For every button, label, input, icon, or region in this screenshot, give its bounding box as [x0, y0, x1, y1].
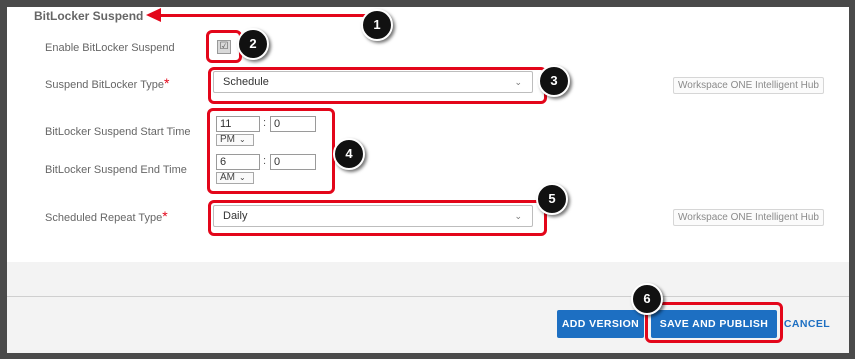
suspend-type-label-text: Suspend BitLocker Type	[45, 79, 165, 91]
required-mark: *	[162, 208, 168, 224]
repeat-type-label: Scheduled Repeat Type*	[45, 208, 168, 224]
callout-badge-5: 5	[536, 183, 568, 215]
section-title: BitLocker Suspend	[34, 9, 144, 23]
annotation-arrow-line	[160, 14, 366, 17]
repeat-type-label-text: Scheduled Repeat Type	[45, 212, 163, 224]
frame-left	[0, 0, 7, 359]
hub-tag-repeat: Workspace ONE Intelligent Hub	[673, 209, 824, 226]
add-version-button[interactable]: ADD VERSION	[557, 310, 644, 338]
highlight-box-6	[645, 302, 783, 343]
hub-tag-type: Workspace ONE Intelligent Hub	[673, 77, 824, 94]
annotation-arrow-head	[146, 8, 161, 22]
callout-badge-1: 1	[361, 9, 393, 41]
callout-badge-2: 2	[237, 28, 269, 60]
start-time-label: BitLocker Suspend Start Time	[45, 126, 191, 138]
cancel-button[interactable]: CANCEL	[782, 310, 832, 338]
enable-suspend-label: Enable BitLocker Suspend	[45, 42, 175, 54]
frame-top	[0, 0, 855, 7]
suspend-type-label: Suspend BitLocker Type*	[45, 75, 170, 91]
highlight-box-3	[208, 67, 547, 104]
callout-badge-3: 3	[538, 65, 570, 97]
required-mark: *	[164, 75, 170, 91]
callout-badge-6: 6	[631, 283, 663, 315]
highlight-box-5	[208, 200, 547, 236]
highlight-box-4	[207, 108, 335, 194]
end-time-label: BitLocker Suspend End Time	[45, 164, 187, 176]
frame-right	[849, 0, 855, 359]
callout-badge-4: 4	[333, 138, 365, 170]
footer-divider	[7, 296, 849, 297]
frame-bottom	[0, 353, 855, 359]
